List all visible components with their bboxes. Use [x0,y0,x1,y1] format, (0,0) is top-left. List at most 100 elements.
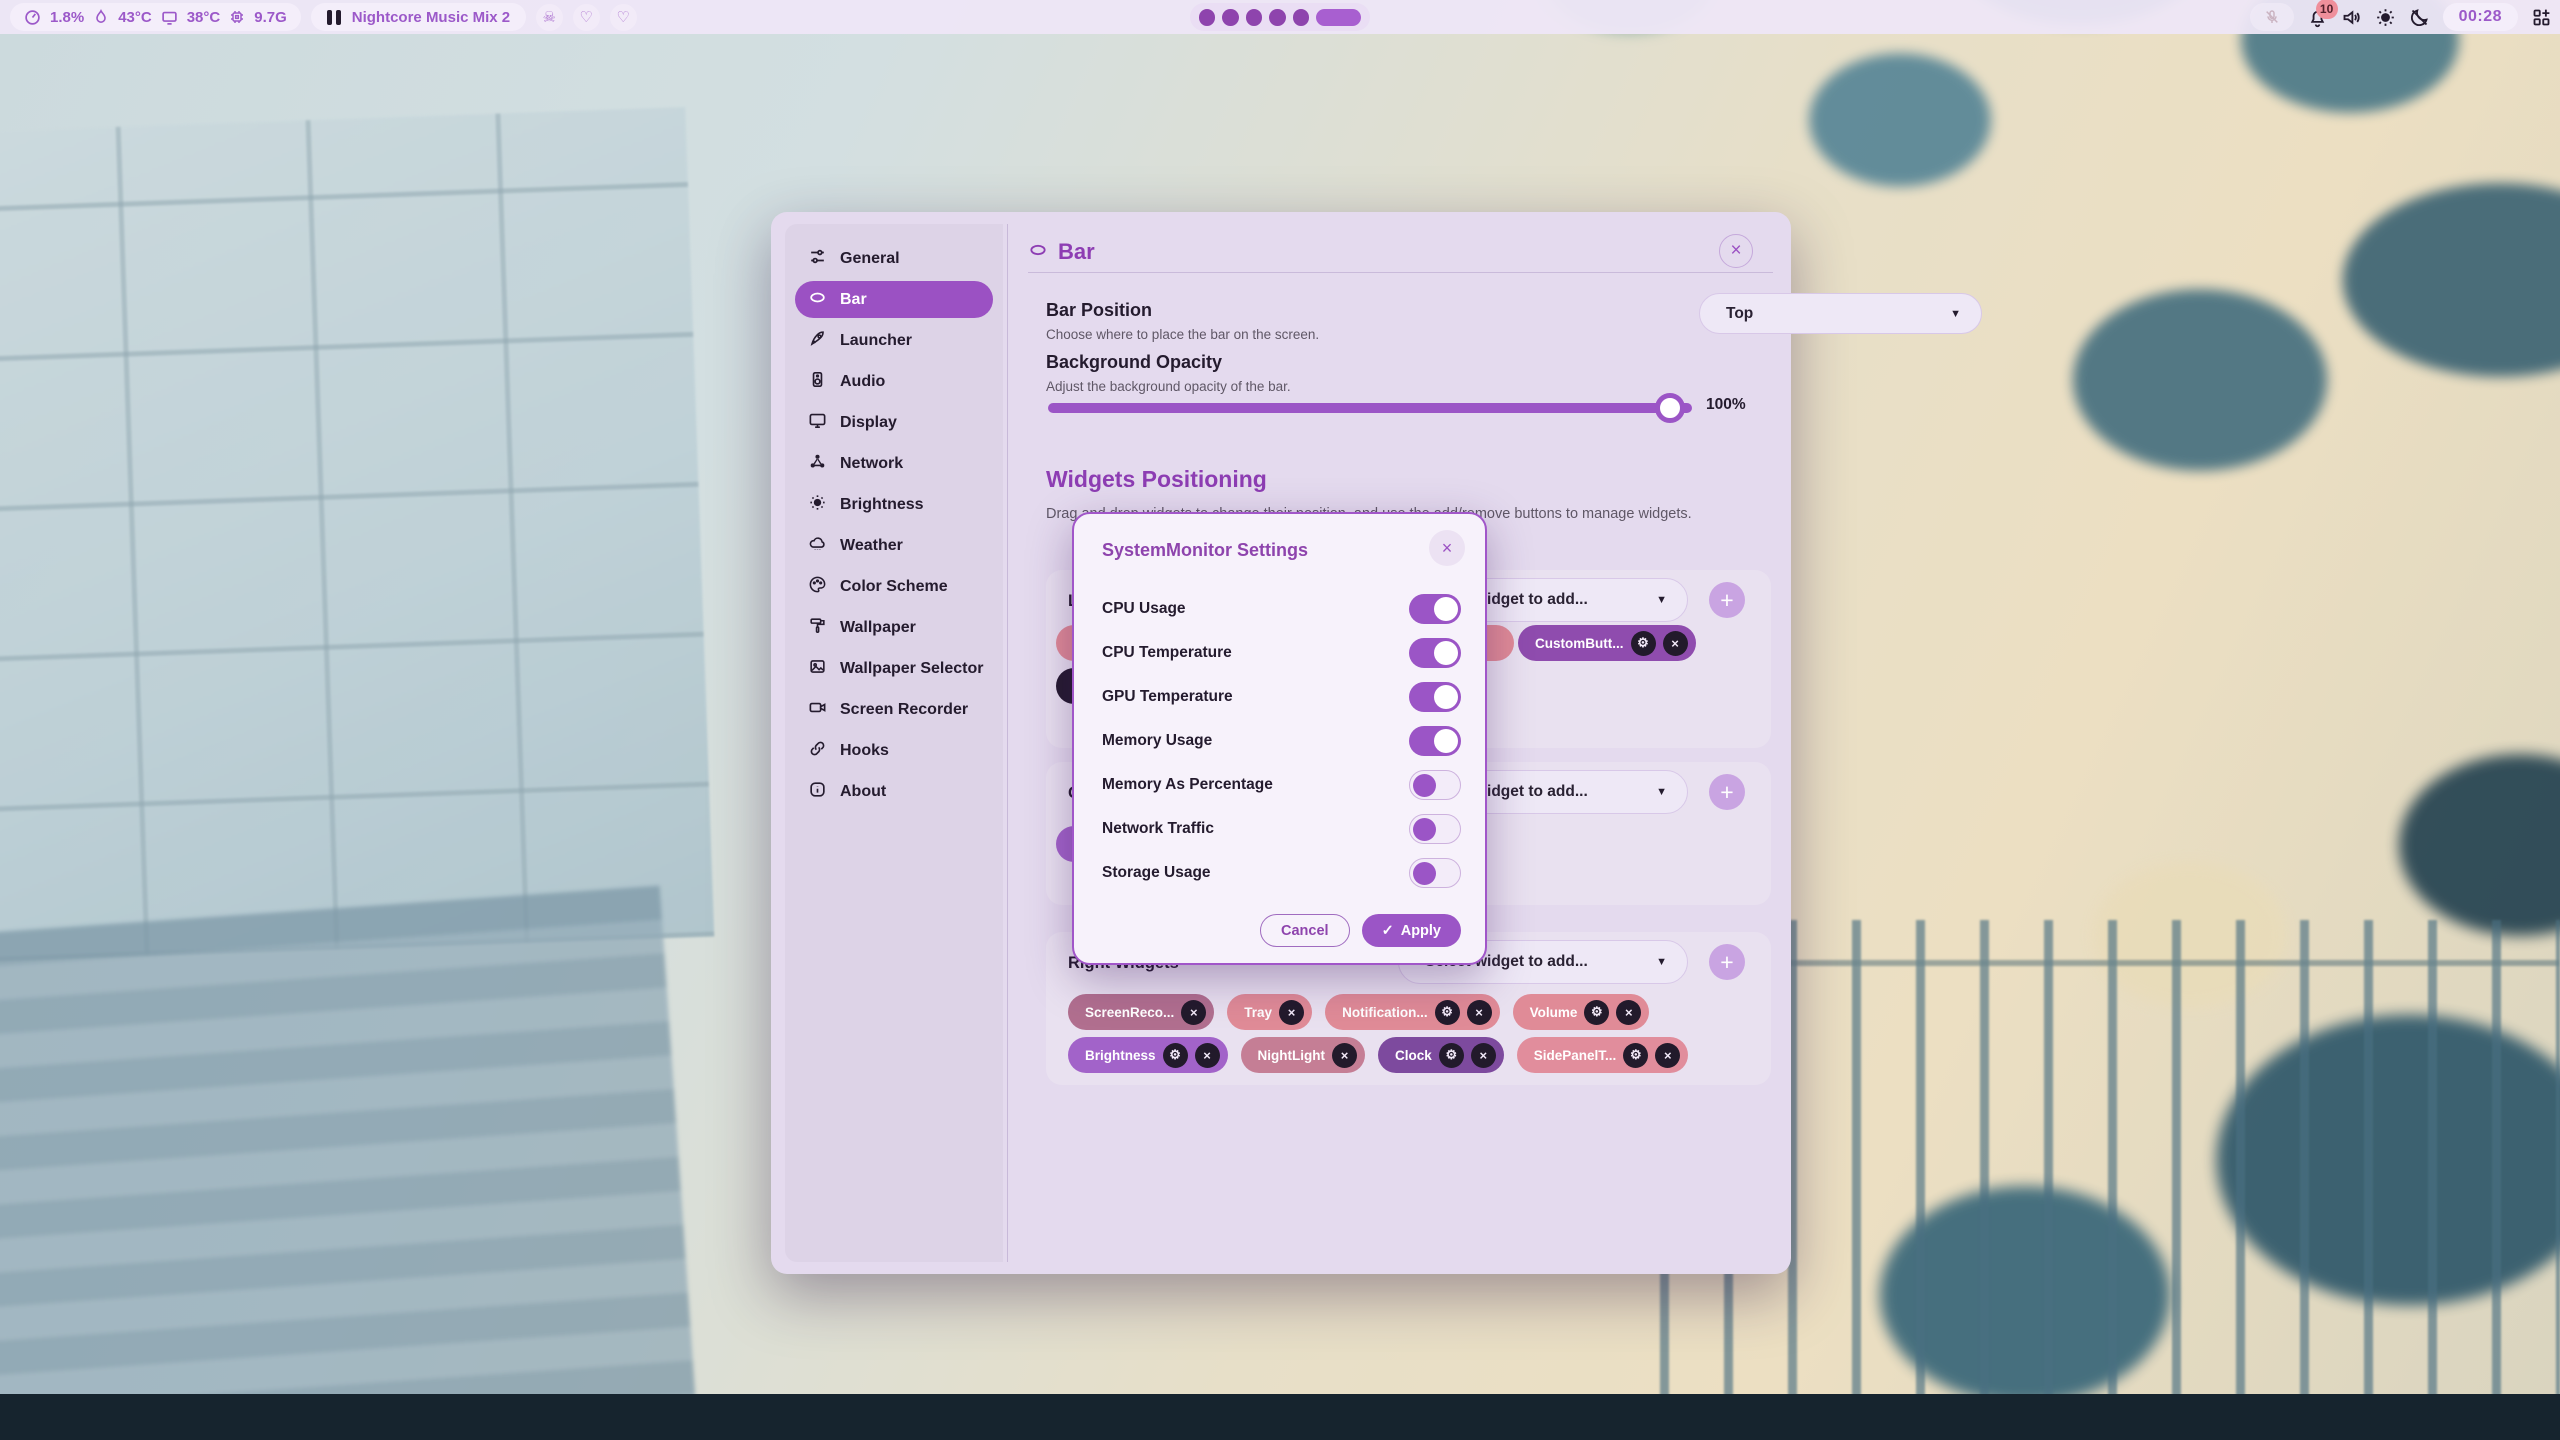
chip-remove-button[interactable]: × [1471,1043,1496,1068]
sidebar-item-hooks[interactable]: Hooks [795,732,993,769]
cpu-usage-toggle[interactable] [1409,594,1461,624]
cpu-gauge-icon [24,9,41,26]
page-header: Bar × [1028,234,1771,270]
sidebar-item-brightness[interactable]: Brightness [795,486,993,523]
chip-remove-button[interactable]: × [1616,1000,1641,1025]
gpu-temperature-toggle[interactable] [1409,682,1461,712]
widget-chip[interactable]: Notification... ⚙ × [1325,994,1500,1030]
mic-muted-icon [2264,8,2280,26]
chip-settings-button[interactable]: ⚙ [1631,631,1656,656]
toggle-row-storage-usage: Storage Usage [1102,858,1461,888]
widget-chip[interactable]: CustomButt... ⚙ × [1518,625,1696,661]
sidebar-item-wallpaper-selector[interactable]: Wallpaper Selector [795,650,993,687]
widget-chip[interactable]: Brightness ⚙ × [1068,1037,1228,1073]
workspace-dot-2[interactable] [1222,9,1238,26]
mic-muted-button[interactable] [2250,3,2294,31]
background-opacity-description: Adjust the background opacity of the bar… [1046,379,1291,394]
window-close-button[interactable]: × [1719,234,1753,268]
sidebar-item-bar[interactable]: Bar [795,281,993,318]
chevron-down-icon: ▼ [1656,786,1667,798]
center-widgets-add-button[interactable]: + [1709,774,1745,810]
widget-chip[interactable]: NightLight × [1241,1037,1365,1073]
night-light-off-button[interactable] [2409,7,2430,28]
modal-close-button[interactable]: × [1429,530,1465,566]
pause-icon [327,10,341,25]
toggle-row-cpu-usage: CPU Usage [1102,594,1461,624]
storage-usage-toggle[interactable] [1409,858,1461,888]
cpu-usage-value: 1.8% [50,9,84,26]
network-traffic-toggle[interactable] [1409,814,1461,844]
chip-remove-button[interactable]: × [1181,1000,1206,1025]
toggle-knob [1434,597,1458,621]
dashboard-button[interactable] [2531,7,2552,28]
system-stats-module[interactable]: 1.8% 43°C 38°C 9.7G [10,3,301,31]
right-widgets-add-button[interactable]: + [1709,944,1745,980]
plus-icon: + [1720,949,1733,976]
workspace-dot-4[interactable] [1269,9,1285,26]
sidebar-item-audio[interactable]: Audio [795,363,993,400]
chip-remove-button[interactable]: × [1655,1043,1680,1068]
chip-settings-button[interactable]: ⚙ [1435,1000,1460,1025]
chip-remove-button[interactable]: × [1332,1043,1357,1068]
sidebar-item-display[interactable]: Display [795,404,993,441]
left-widgets-add-button[interactable]: + [1709,582,1745,618]
sidebar-item-launcher[interactable]: Launcher [795,322,993,359]
sidebar-item-general[interactable]: General [795,240,993,277]
apply-button[interactable]: ✓ Apply [1362,914,1461,947]
gear-icon: ⚙ [1637,635,1649,651]
widget-chip[interactable]: ScreenReco... × [1068,994,1214,1030]
cancel-button[interactable]: Cancel [1260,914,1350,947]
info-icon [808,780,827,804]
sidebar-item-wallpaper[interactable]: Wallpaper [795,609,993,646]
slider-thumb[interactable] [1655,393,1685,423]
clock-module[interactable]: 00:28 [2443,3,2518,31]
chip-settings-button[interactable]: ⚙ [1163,1043,1188,1068]
chip-remove-button[interactable]: × [1195,1043,1220,1068]
sidebar-item-label: Display [840,414,897,432]
sidebar-item-label: Network [840,455,903,473]
bar-position-dropdown[interactable]: Top ▼ [1699,293,1982,334]
wallpaper-railing [1660,920,2560,1440]
skull-button[interactable]: ☠ [536,4,563,31]
chip-remove-button[interactable]: × [1467,1000,1492,1025]
sidebar-item-about[interactable]: About [795,773,993,810]
heart-button-1[interactable]: ♡ [573,4,600,31]
heart-button-2[interactable]: ♡ [610,4,637,31]
background-opacity-slider[interactable] [1048,403,1692,413]
workspace-indicator[interactable] [1190,3,1370,31]
memory-usage-toggle[interactable] [1409,726,1461,756]
chip-remove-button[interactable]: × [1279,1000,1304,1025]
sidebar-item-screen-recorder[interactable]: Screen Recorder [795,691,993,728]
workspace-dot-3[interactable] [1246,9,1262,26]
close-icon: × [1664,1048,1672,1063]
volume-button[interactable] [2341,7,2362,28]
widget-chip[interactable]: Clock ⚙ × [1378,1037,1504,1073]
widget-chip[interactable]: Volume ⚙ × [1513,994,1650,1030]
workspace-dot-1[interactable] [1199,9,1215,26]
toggle-knob [1434,685,1458,709]
widget-chip[interactable]: SidePanelT... ⚙ × [1517,1037,1689,1073]
media-player-module[interactable]: Nightcore Music Mix 20... [311,3,526,31]
memory-as-percentage-toggle[interactable] [1409,770,1461,800]
tune-icon [808,247,827,271]
chip-label: Tray [1244,1005,1272,1020]
workspace-dot-5[interactable] [1293,9,1309,26]
cpu-temperature-toggle[interactable] [1409,638,1461,668]
plus-icon: + [1720,587,1733,614]
bar-position-value: Top [1726,305,1753,323]
chip-remove-button[interactable]: × [1663,631,1688,656]
sidebar-item-color-scheme[interactable]: Color Scheme [795,568,993,605]
chip-settings-button[interactable]: ⚙ [1439,1043,1464,1068]
brightness-button[interactable] [2375,7,2396,28]
chip-settings-button[interactable]: ⚙ [1584,1000,1609,1025]
widget-chip[interactable]: Tray × [1227,994,1312,1030]
notifications-button[interactable]: 10 [2307,7,2328,28]
gear-icon: ⚙ [1441,1004,1453,1020]
toggle-knob [1413,862,1436,885]
sidebar-item-weather[interactable]: Weather [795,527,993,564]
sidebar-item-network[interactable]: Network [795,445,993,482]
chip-label: Brightness [1085,1048,1156,1063]
sun-icon [808,493,827,517]
chip-settings-button[interactable]: ⚙ [1623,1043,1648,1068]
workspace-active-pill[interactable] [1316,9,1361,26]
